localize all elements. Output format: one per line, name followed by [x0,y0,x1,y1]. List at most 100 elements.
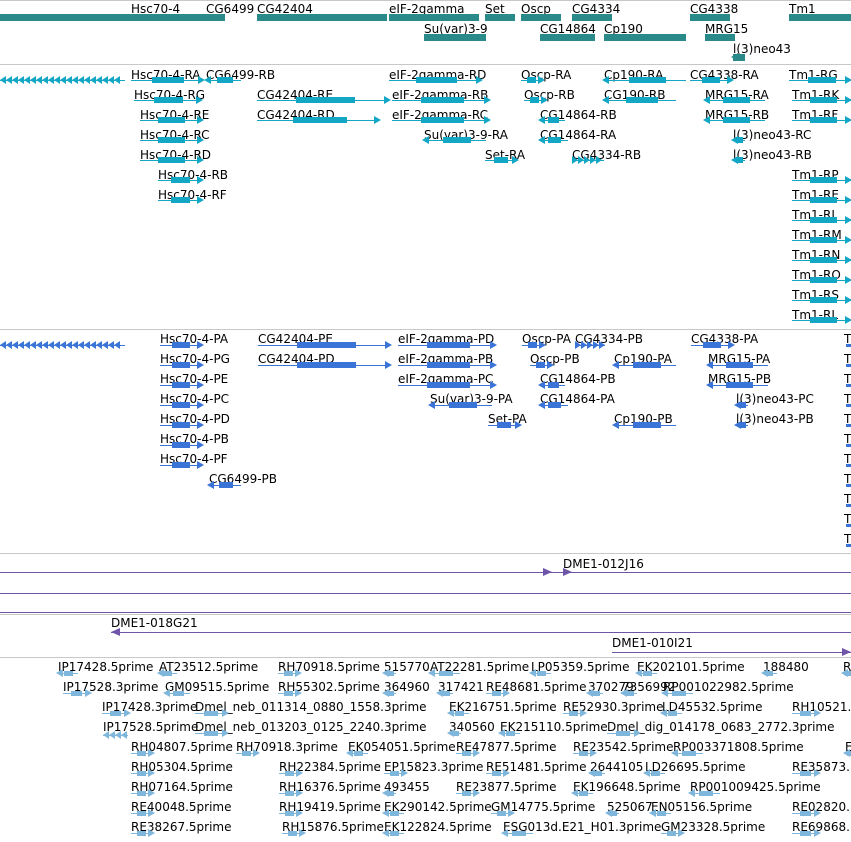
arrow-left-icon [643,769,650,777]
feature-span [103,735,128,736]
arrow-right-icon [296,809,303,817]
arrow-left-icon [447,709,454,717]
exon-block [284,691,293,696]
arrow-right-icon [590,749,597,757]
arrow-left-icon [436,689,443,697]
exon-block [455,711,464,716]
feature-bar [846,484,851,487]
arrow-left-icon [498,729,505,737]
arrow-right-icon [401,769,408,777]
arrow-left-icon [382,789,389,797]
arrow-right-icon [299,829,306,837]
exon-block [627,691,634,696]
exon-block [682,751,696,756]
arrow-right-icon [148,789,155,797]
arrow-right-icon [148,769,155,777]
arrow-left-icon [586,689,593,697]
feature-label: Dmel_dig_014178_0683_2772.3prime [607,720,835,734]
est-track: IP17428.5prime AT23512.5prime RH70918.5pri… [0,0,851,842]
exon-block [390,811,399,816]
arrow-right-icon [296,789,303,797]
arrow-left-icon [56,669,63,677]
arrow-right-icon [222,729,229,737]
exon-block [137,791,146,796]
arrow-right-icon [814,709,821,717]
exon-block [71,691,82,696]
arrow-left-icon [157,669,164,677]
arrow-left-icon [428,669,435,677]
arrow-left-icon [635,669,642,677]
arrow-left-icon [447,729,454,737]
arrow-left-icon [382,689,389,697]
feature-bar [846,444,851,447]
feature-bar [846,464,851,467]
exon-block [137,771,146,776]
arrow-right-icon [473,789,480,797]
genome-browser-view: Hsc70-4 CG6499 CG42404 eIF-2gamma Set Oscp CG4… [0,0,851,842]
exon-block [595,771,602,776]
arrow-left-icon [649,809,656,817]
exon-block [242,751,251,756]
exon-block [204,731,218,736]
arrow-left-icon [671,749,678,757]
exon-block [667,831,676,836]
arrow-right-icon [580,709,587,717]
arrow-left-icon [688,789,695,797]
exon-block [579,751,588,756]
exon-block [64,671,73,676]
arrow-right-icon [814,809,821,817]
arrow-right-icon [148,809,155,817]
exon-block [616,731,630,736]
exon-block [569,711,578,716]
arrow-left-icon [661,689,668,697]
exon-block [285,811,294,816]
feature-bar [195,711,225,716]
exon-block [579,791,588,796]
feature-bar [607,731,637,736]
arrow-right-icon [85,689,92,697]
arrow-left-icon [382,669,389,677]
arrow-right-icon [148,829,155,837]
arrow-left-icon [660,709,667,717]
feature-bar [846,524,851,527]
feature-label: Dmel_neb_011314_0880_1558.3prime [195,700,427,714]
exon-block [164,671,172,676]
exon-block [288,831,297,836]
arrow-right-icon [148,749,155,757]
arrow-right-icon [295,669,302,677]
exon-block [800,831,811,836]
exon-block [390,831,399,836]
arrow-left-icon [382,809,389,817]
exon-block [800,771,811,776]
arrow-right-icon [473,749,480,757]
arrow-right-icon [814,769,821,777]
arrow-right-icon [295,689,302,697]
arrow-left-icon [571,789,578,797]
exon-block [651,771,660,776]
exon-block [643,671,652,676]
arrow-left-icon [501,829,508,837]
feature-bar [846,504,851,507]
exon-block [439,671,453,676]
exon-block [537,671,546,676]
exon-block [462,751,471,756]
exon-block [285,791,294,796]
feature-bar [846,424,851,427]
exon-block [492,691,501,696]
exon-block [668,711,677,716]
exon-block [497,811,506,816]
exon-block [657,811,666,816]
arrow-right-icon [503,769,510,777]
feature-label: Dmel_neb_013203_0125_2240.3prime [195,720,427,734]
exon-block [512,831,526,836]
arrow-left-icon [605,809,612,817]
arrow-right-icon [814,829,821,837]
exon-block [462,791,471,796]
exon-block [137,831,146,836]
feature-bar [846,384,851,387]
exon-block [173,691,184,696]
exon-block [800,811,811,816]
exon-block [800,711,811,716]
exon-block [443,691,450,696]
feature-bar [846,364,851,367]
